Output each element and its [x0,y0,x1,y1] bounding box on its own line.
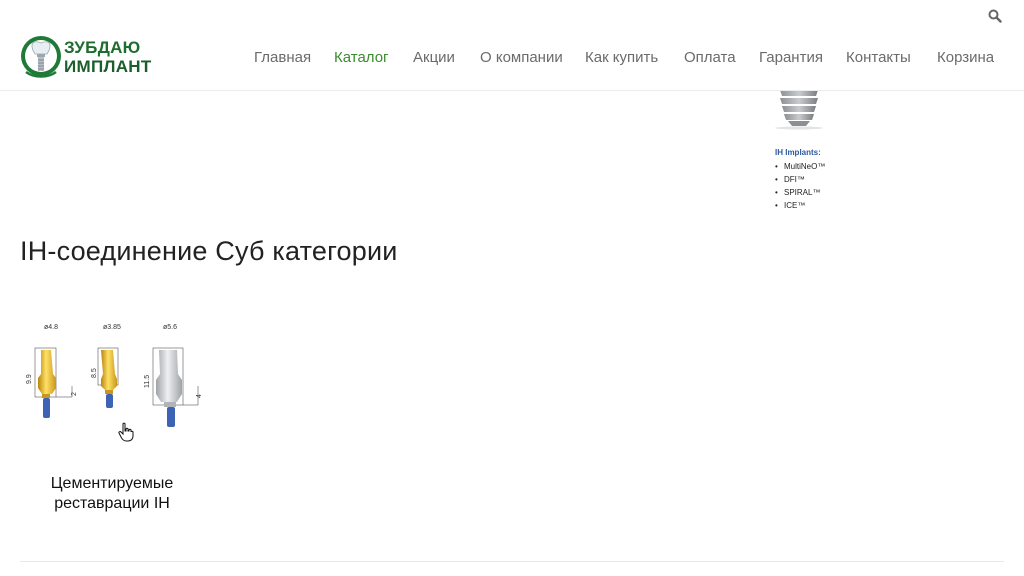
list-item: DFI™ [775,173,825,186]
nav-item-about[interactable]: О компании [480,49,563,66]
implants-info: IH Implants: MultiNeO™ DFI™ SPIRAL™ ICE™ [775,148,825,212]
tooth-logo-icon [21,36,61,78]
site-logo[interactable]: ЗУБДАЮ ИМПЛАНТ [20,30,160,86]
product-name[interactable]: Цементируемые реставрации IH [20,474,204,514]
nav-item-promotions[interactable]: Акции [413,49,455,66]
main-nav: Главная Каталог Акции О компании Как куп… [254,49,994,69]
diameter-label-3: ø5.6 [163,324,177,331]
logo-line2: ИМПЛАНТ [64,57,152,76]
implants-list: MultiNeO™ DFI™ SPIRAL™ ICE™ [775,160,825,212]
implants-title: IH Implants: [775,148,821,157]
diameter-label-2: ø3.85 [103,324,121,331]
logo-text: ЗУБДАЮ ИМПЛАНТ [64,38,152,76]
gingival-label-3: 4 [196,394,203,398]
nav-item-home[interactable]: Главная [254,49,311,66]
product-card-cemented-ih[interactable]: ø4.8 ø3.85 ø5.6 9.9 2 8.5 11.5 4 Цементи… [20,316,210,516]
height-label-2: 8.5 [91,368,98,378]
site-header: ЗУБДАЮ ИМПЛАНТ Главная Каталог Акции О к… [0,0,1024,91]
list-item: SPIRAL™ [775,186,825,199]
abutments-image: ø4.8 ø3.85 ø5.6 9.9 2 8.5 11.5 4 [26,324,203,427]
list-item: ICE™ [775,199,825,212]
implant-image [775,90,823,130]
product-name-line1: Цементируемые [50,475,174,492]
list-item: MultiNeO™ [775,160,825,173]
nav-item-cart[interactable]: Корзина [937,49,994,66]
nav-item-contacts[interactable]: Контакты [846,49,911,66]
content-divider [20,561,1004,562]
diameter-label-1: ø4.8 [44,324,58,331]
nav-item-warranty[interactable]: Гарантия [759,49,823,66]
hand-cursor-icon [118,422,134,442]
height-label-1: 9.9 [26,374,33,384]
nav-item-how-to-buy[interactable]: Как купить [585,49,658,66]
logo-line1: ЗУБДАЮ [64,38,141,57]
nav-item-payment[interactable]: Оплата [684,49,736,66]
height-label-3: 11.5 [144,375,151,388]
nav-item-catalog[interactable]: Каталог [334,49,389,66]
search-icon[interactable] [988,9,1002,23]
page-title: IH-соединение Суб категории [20,236,398,266]
product-name-line2: реставрации IH [54,495,170,512]
